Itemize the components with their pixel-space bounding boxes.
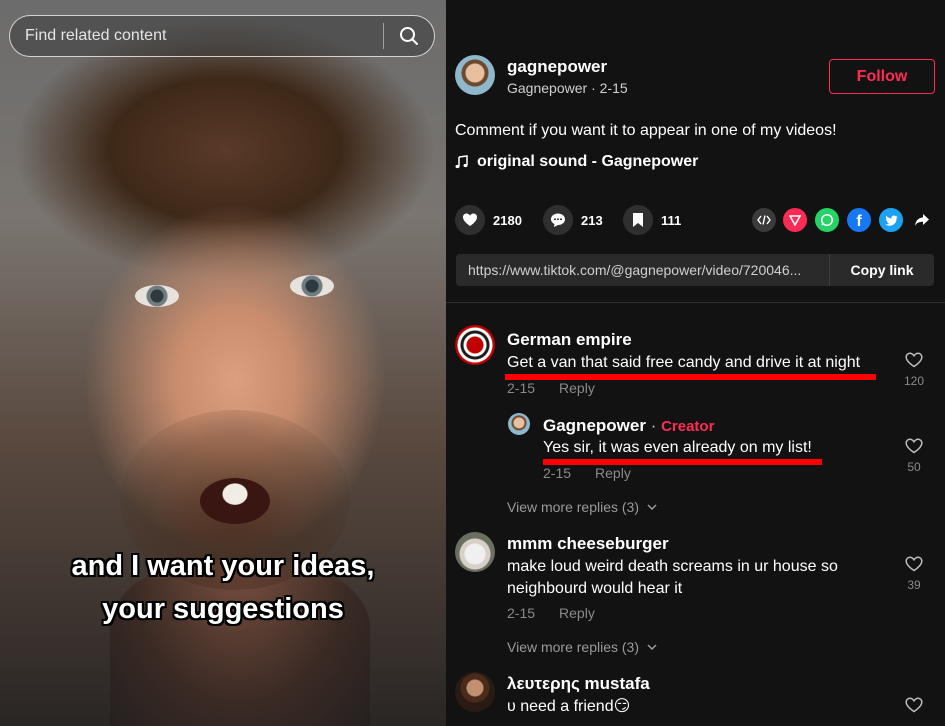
video-caption-line-2: your suggestions: [102, 593, 344, 625]
save-count: 111: [661, 212, 682, 228]
video-caption-line-1: and I want your ideas,: [71, 550, 375, 582]
comment-circle: [543, 205, 573, 235]
heart-outline-icon: [905, 438, 923, 454]
whatsapp-icon: [820, 213, 834, 227]
comment-date: 2-15: [507, 380, 536, 396]
sound-name: original sound - Gagnepower: [477, 153, 699, 170]
like-count: 2180: [493, 212, 522, 228]
video-subject-mouth: [200, 478, 270, 524]
comment-author[interactable]: λευτερης mustafa: [507, 674, 650, 694]
comment-bubble-icon: [551, 213, 565, 227]
send-icon: [789, 215, 801, 226]
follow-button[interactable]: Follow: [829, 59, 935, 94]
related-search-bar: [9, 15, 435, 57]
reply-date: 2-15: [543, 465, 572, 481]
reply-author-line: Gagnepower · Creator: [543, 416, 714, 436]
comment-text: Get a van that said free candy and drive…: [507, 354, 861, 371]
reply-meta: 2-15 Reply: [543, 465, 631, 481]
comment-like-button[interactable]: 120: [899, 352, 929, 388]
reply-text: Yes sir, it was even already on my list!: [543, 439, 812, 456]
twitter-bird-icon: [884, 214, 897, 226]
embed-code-icon: [757, 215, 771, 225]
heart-icon: [463, 213, 477, 226]
commenter-avatar[interactable]: [455, 532, 495, 572]
comment-like-button[interactable]: [899, 697, 929, 713]
favorite-button[interactable]: 111: [623, 205, 681, 235]
like-button[interactable]: 2180: [455, 205, 522, 235]
comment-button[interactable]: 213: [543, 205, 603, 235]
comment-meta: 2-15 Reply: [507, 605, 595, 621]
bookmark-icon: [633, 213, 643, 227]
heart-outline-icon: [905, 556, 923, 572]
section-divider: [446, 302, 945, 303]
author-username[interactable]: gagnepower: [507, 57, 607, 77]
comment-author[interactable]: German empire: [507, 330, 632, 350]
post-date: 2-15: [599, 80, 628, 96]
video-player[interactable]: and I want your ideas, your suggestions: [0, 0, 446, 726]
view-more-replies-button[interactable]: View more replies (3): [507, 499, 657, 515]
view-more-label: View more replies (3): [507, 499, 640, 515]
facebook-icon: f: [856, 212, 862, 230]
send-to-friends-button[interactable]: [783, 208, 807, 232]
comment-count: 213: [581, 212, 603, 228]
author-display-name: Gagnepower: [507, 80, 588, 96]
search-button[interactable]: [384, 16, 434, 56]
favorite-circle: [623, 205, 653, 235]
more-share-button[interactable]: [910, 208, 934, 232]
reply-button[interactable]: Reply: [559, 380, 595, 396]
reply-like-button[interactable]: 50: [899, 438, 929, 474]
details-panel: gagnepower Gagnepower · 2-15 Follow Comm…: [446, 0, 945, 726]
author-avatar[interactable]: [455, 55, 495, 95]
facebook-share-button[interactable]: f: [847, 208, 871, 232]
video-link-text[interactable]: https://www.tiktok.com/@gagnepower/video…: [456, 254, 830, 286]
commenter-avatar[interactable]: [455, 672, 495, 712]
chevron-down-icon: [647, 644, 657, 650]
video-subject-left-eye: [135, 285, 179, 307]
reply-button[interactable]: Reply: [595, 465, 631, 481]
twitter-share-button[interactable]: [879, 208, 903, 232]
copy-link-button[interactable]: Copy link: [830, 262, 934, 278]
comment-text: make loud weird death screams in ur hous…: [507, 558, 838, 597]
reply-dot: ·: [645, 416, 662, 435]
video-link-bar: https://www.tiktok.com/@gagnepower/video…: [456, 254, 934, 286]
post-description: Comment if you want it to appear in one …: [455, 122, 837, 139]
commenter-avatar[interactable]: [455, 325, 495, 365]
comment-like-count: 39: [907, 578, 921, 592]
sound-link[interactable]: original sound - Gagnepower: [455, 153, 698, 171]
like-circle: [455, 205, 485, 235]
share-arrow-icon: [915, 214, 929, 226]
comment-like-count: 120: [903, 374, 925, 388]
embed-button[interactable]: [752, 208, 776, 232]
author-sep: ·: [591, 80, 600, 96]
comment-date: 2-15: [507, 605, 536, 621]
heart-outline-icon: [905, 352, 923, 368]
view-more-replies-button[interactable]: View more replies (3): [507, 639, 657, 655]
comment-meta: 2-15 Reply: [507, 380, 595, 396]
creator-badge: Creator: [661, 418, 715, 435]
comment-author[interactable]: mmm cheeseburger: [507, 534, 669, 554]
chevron-down-icon: [647, 504, 657, 510]
search-icon: [400, 27, 418, 45]
reply-like-count: 50: [907, 460, 921, 474]
related-search-input[interactable]: [10, 27, 383, 45]
view-more-label: View more replies (3): [507, 639, 640, 655]
heart-outline-icon: [905, 697, 923, 713]
reply-button[interactable]: Reply: [559, 605, 595, 621]
whatsapp-share-button[interactable]: [815, 208, 839, 232]
music-note-icon: [455, 155, 468, 169]
reply-author[interactable]: Gagnepower: [543, 416, 646, 435]
video-subject-right-eye: [290, 275, 334, 297]
comment-text: υ need a friend😏: [507, 698, 631, 715]
comment-like-button[interactable]: 39: [899, 556, 929, 592]
reply-avatar[interactable]: [508, 413, 530, 435]
author-subtitle: Gagnepower · 2-15: [507, 80, 628, 96]
